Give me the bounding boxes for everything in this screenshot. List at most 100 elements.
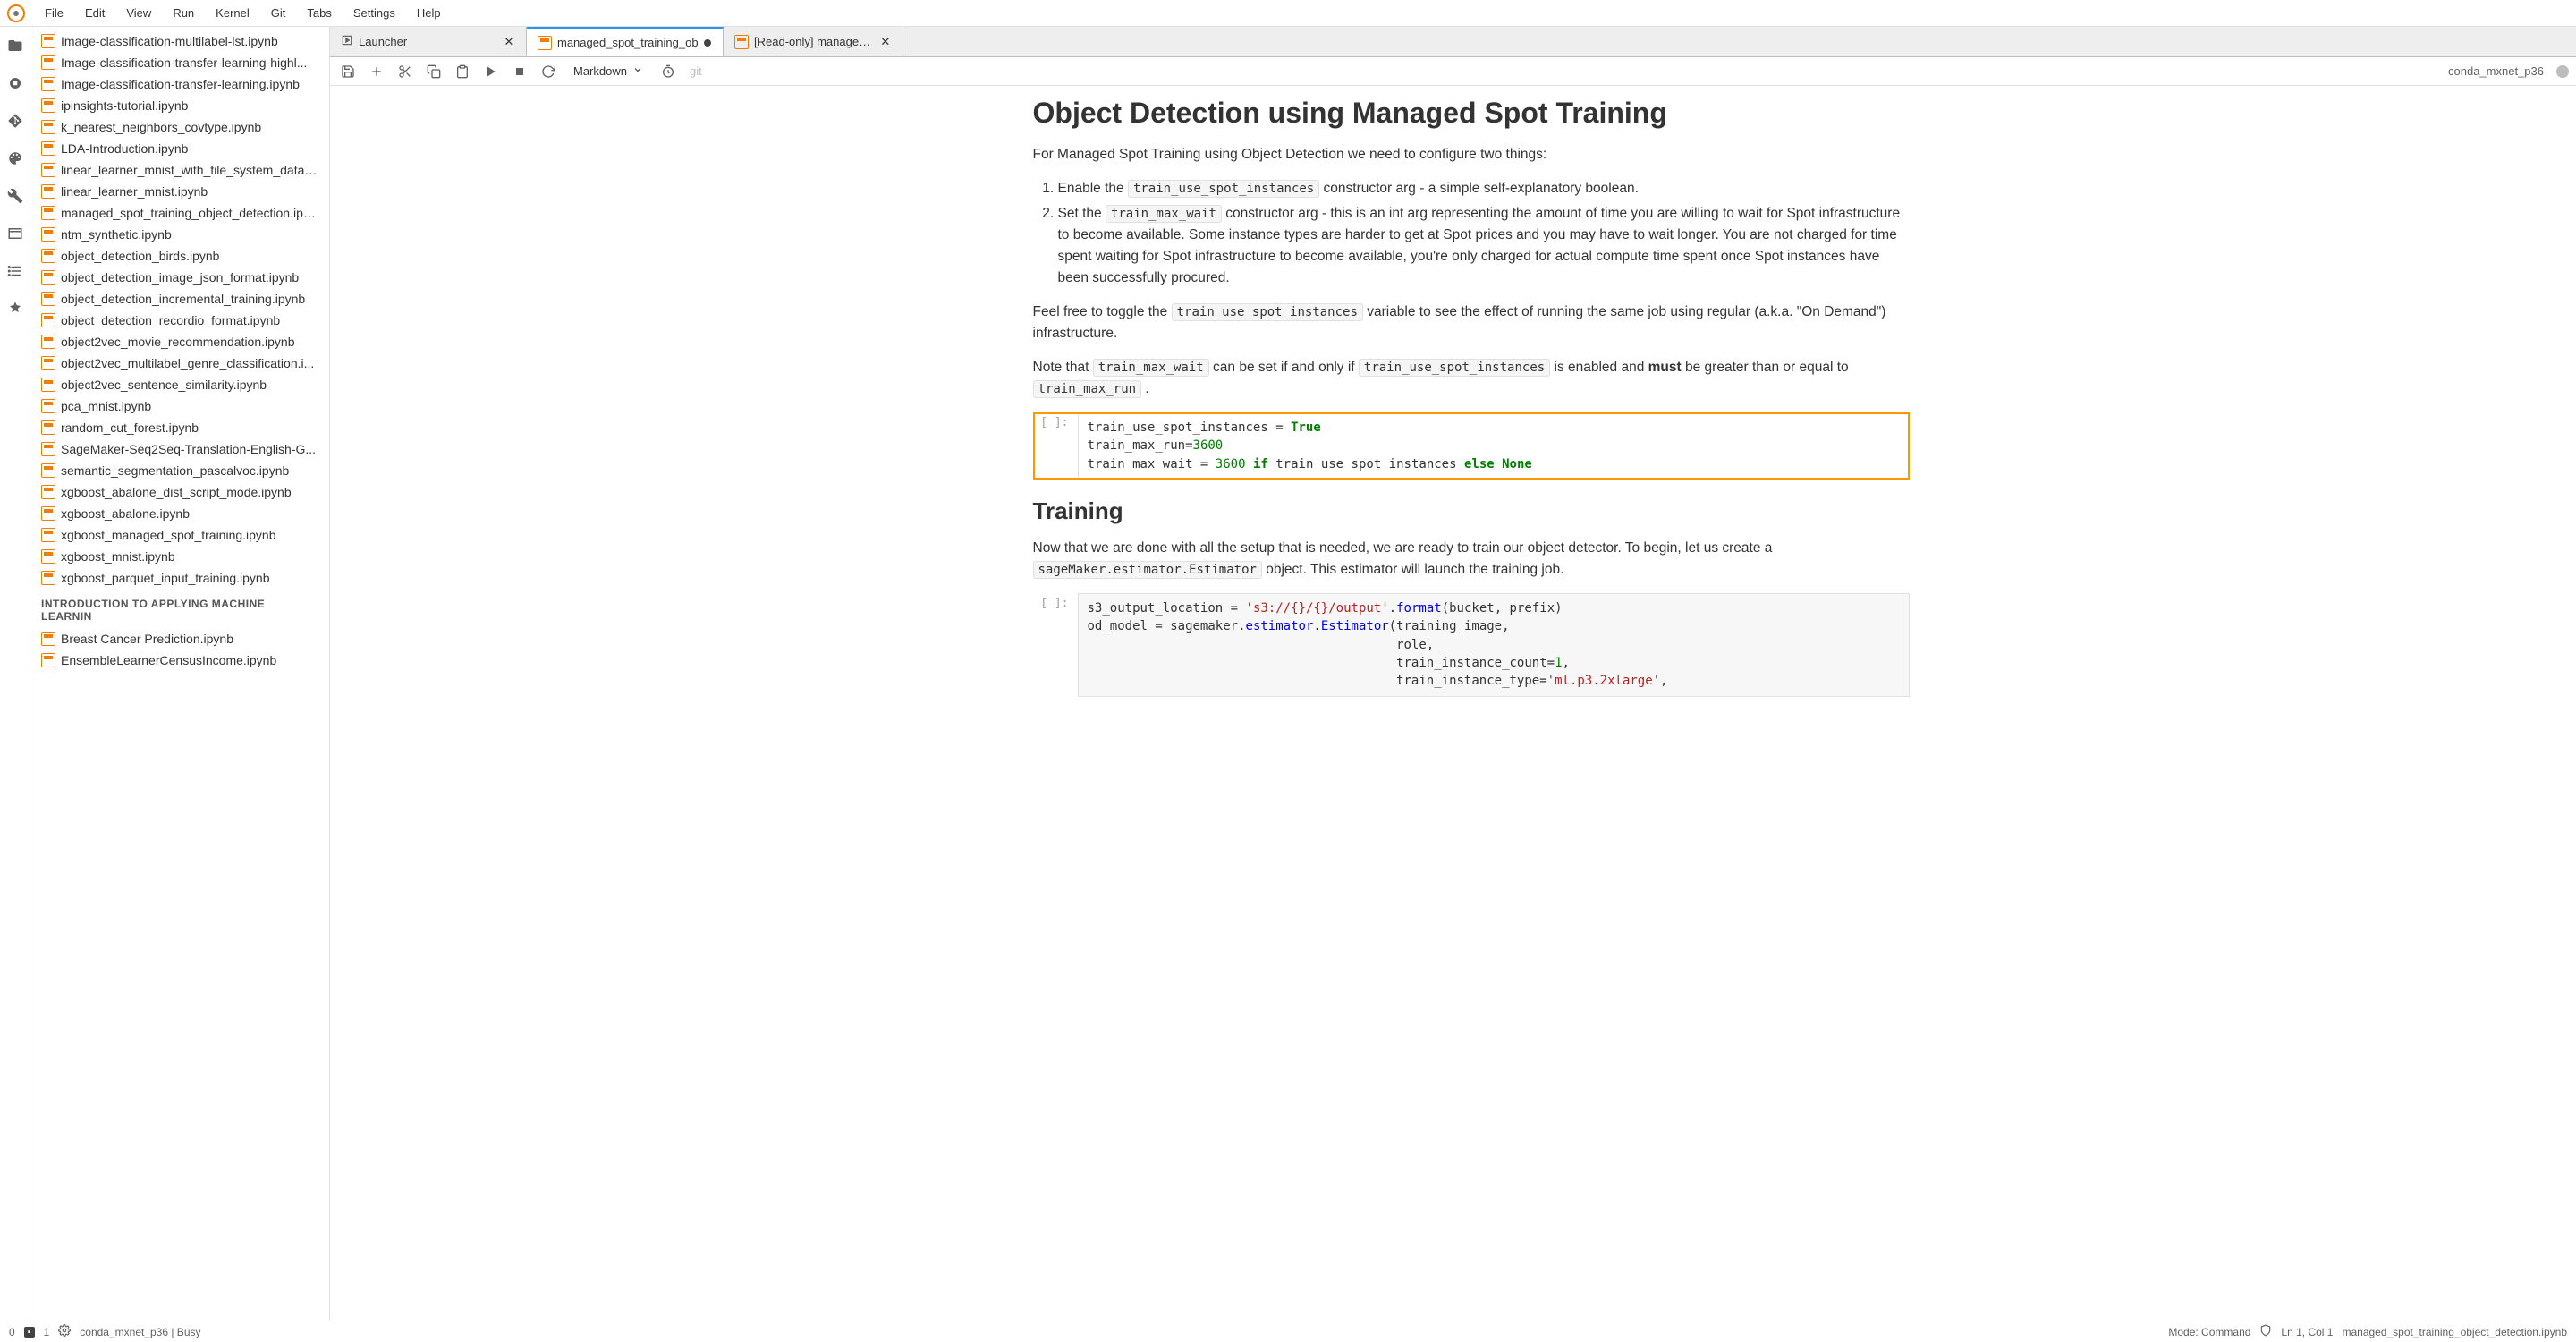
menu-file[interactable]: File	[36, 3, 72, 23]
file-label: pca_mnist.ipynb	[61, 399, 151, 413]
cell-prompt: [ ]:	[1033, 412, 1078, 480]
file-browser[interactable]: Image-classification-multilabel-lst.ipyn…	[30, 27, 330, 1321]
status-cursor-pos: Ln 1, Col 1	[2281, 1326, 2333, 1338]
menu-help[interactable]: Help	[408, 3, 450, 23]
file-item[interactable]: object_detection_incremental_training.ip…	[30, 288, 329, 310]
notebook-icon	[41, 55, 55, 70]
file-label: xgboost_mnist.ipynb	[61, 549, 175, 564]
notebook-icon	[41, 549, 55, 564]
notebook-icon	[41, 77, 55, 91]
shield-icon[interactable]	[2259, 1324, 2272, 1339]
notebook-icon	[41, 463, 55, 478]
add-cell-button[interactable]	[366, 61, 387, 82]
paste-button[interactable]	[452, 61, 473, 82]
file-item[interactable]: pca_mnist.ipynb	[30, 395, 329, 417]
notebook-icon	[538, 36, 552, 50]
copy-button[interactable]	[423, 61, 445, 82]
file-item[interactable]: Image-classification-transfer-learning.i…	[30, 73, 329, 95]
file-label: random_cut_forest.ipynb	[61, 420, 199, 435]
tab-readonly[interactable]: [Read-only] managed_spo ✕	[724, 27, 902, 56]
tabs-icon[interactable]	[7, 225, 23, 242]
menu-run[interactable]: Run	[164, 3, 203, 23]
code-cell[interactable]: [ ]: train_use_spot_instances = True tra…	[1033, 412, 1910, 480]
notebook-icon	[41, 528, 55, 542]
notebook-icon	[734, 35, 749, 49]
file-item[interactable]: xgboost_parquet_input_training.ipynb	[30, 567, 329, 589]
file-item[interactable]: object_detection_image_json_format.ipynb	[30, 267, 329, 288]
cell-type-select[interactable]: Markdown	[566, 63, 650, 80]
stop-button[interactable]	[509, 61, 530, 82]
file-item[interactable]: ipinsights-tutorial.ipynb	[30, 95, 329, 116]
wrench-icon[interactable]	[7, 188, 23, 204]
folder-icon[interactable]	[7, 38, 23, 54]
notebook-icon	[41, 270, 55, 285]
file-item[interactable]: xgboost_mnist.ipynb	[30, 546, 329, 567]
run-button[interactable]	[480, 61, 502, 82]
file-label: object_detection_recordio_format.ipynb	[61, 313, 280, 327]
code-cell[interactable]: [ ]: s3_output_location = 's3://{}/{}/ou…	[1033, 593, 1910, 696]
file-item[interactable]: Image-classification-transfer-learning-h…	[30, 52, 329, 73]
menu-edit[interactable]: Edit	[76, 3, 114, 23]
status-env[interactable]: conda_mxnet_p36 | Busy	[80, 1326, 200, 1338]
status-filename: managed_spot_training_object_detection.i…	[2342, 1326, 2567, 1338]
restart-button[interactable]	[538, 61, 559, 82]
file-item[interactable]: xgboost_abalone_dist_script_mode.ipynb	[30, 481, 329, 503]
running-icon[interactable]	[7, 75, 23, 91]
file-item[interactable]: object2vec_sentence_similarity.ipynb	[30, 374, 329, 395]
tab-launcher[interactable]: Launcher ✕	[330, 27, 527, 56]
kernel-name[interactable]: conda_mxnet_p36	[2448, 64, 2549, 78]
menu-tabs[interactable]: Tabs	[298, 3, 340, 23]
tab-label: Launcher	[359, 35, 407, 48]
file-item[interactable]: linear_learner_mnist.ipynb	[30, 181, 329, 202]
gear-icon[interactable]	[58, 1324, 71, 1339]
file-item[interactable]: managed_spot_training_object_detection.i…	[30, 202, 329, 224]
file-item[interactable]: linear_learner_mnist_with_file_system_da…	[30, 159, 329, 181]
cut-button[interactable]	[394, 61, 416, 82]
file-item[interactable]: object_detection_birds.ipynb	[30, 245, 329, 267]
file-item[interactable]: EnsembleLearnerCensusIncome.ipynb	[30, 650, 329, 671]
file-item[interactable]: Breast Cancer Prediction.ipynb	[30, 628, 329, 650]
file-label: LDA-Introduction.ipynb	[61, 141, 188, 156]
file-item[interactable]: object_detection_recordio_format.ipynb	[30, 310, 329, 331]
file-item[interactable]: xgboost_managed_spot_training.ipynb	[30, 524, 329, 546]
file-label: object2vec_multilabel_genre_classificati…	[61, 356, 314, 370]
notebook-icon	[41, 227, 55, 242]
save-button[interactable]	[337, 61, 359, 82]
close-icon[interactable]: ✕	[880, 36, 891, 48]
notebook-icon	[41, 335, 55, 349]
status-left-num: 0	[9, 1326, 15, 1338]
cell-editor[interactable]: s3_output_location = 's3://{}/{}/output'…	[1078, 593, 1910, 696]
file-item[interactable]: LDA-Introduction.ipynb	[30, 138, 329, 159]
notebook-icon	[41, 420, 55, 435]
list-icon[interactable]	[7, 263, 23, 279]
file-item[interactable]: semantic_segmentation_pascalvoc.ipynb	[30, 460, 329, 481]
file-item[interactable]: xgboost_abalone.ipynb	[30, 503, 329, 524]
extensions-icon[interactable]	[7, 301, 23, 317]
file-label: k_nearest_neighbors_covtype.ipynb	[61, 120, 261, 134]
file-item[interactable]: Image-classification-multilabel-lst.ipyn…	[30, 30, 329, 52]
terminal-icon[interactable]: ▪	[24, 1327, 35, 1338]
kernel-status-icon[interactable]	[2556, 65, 2569, 78]
close-icon[interactable]: ✕	[503, 36, 515, 48]
menu-view[interactable]: View	[117, 3, 160, 23]
file-label: managed_spot_training_object_detection.i…	[61, 206, 318, 220]
file-label: object2vec_movie_recommendation.ipynb	[61, 335, 294, 349]
tab-managed-spot[interactable]: managed_spot_training_ob	[527, 27, 724, 56]
file-item[interactable]: ntm_synthetic.ipynb	[30, 224, 329, 245]
file-item[interactable]: random_cut_forest.ipynb	[30, 417, 329, 438]
notebook-panel[interactable]: Object Detection using Managed Spot Trai…	[330, 86, 2576, 1321]
timer-button[interactable]	[657, 61, 679, 82]
notebook-icon	[41, 313, 55, 327]
file-item[interactable]: k_nearest_neighbors_covtype.ipynb	[30, 116, 329, 138]
file-item[interactable]: SageMaker-Seq2Seq-Translation-English-G.…	[30, 438, 329, 460]
file-item[interactable]: object2vec_movie_recommendation.ipynb	[30, 331, 329, 352]
git-icon[interactable]	[7, 113, 23, 129]
menu-git[interactable]: Git	[262, 3, 295, 23]
menu-kernel[interactable]: Kernel	[207, 3, 258, 23]
md-text: For Managed Spot Training using Object D…	[1033, 144, 1910, 166]
palette-icon[interactable]	[7, 150, 23, 166]
cell-editor[interactable]: train_use_spot_instances = True train_ma…	[1078, 412, 1910, 480]
heading-training: Training	[1033, 497, 1910, 525]
file-item[interactable]: object2vec_multilabel_genre_classificati…	[30, 352, 329, 374]
menu-settings[interactable]: Settings	[344, 3, 404, 23]
